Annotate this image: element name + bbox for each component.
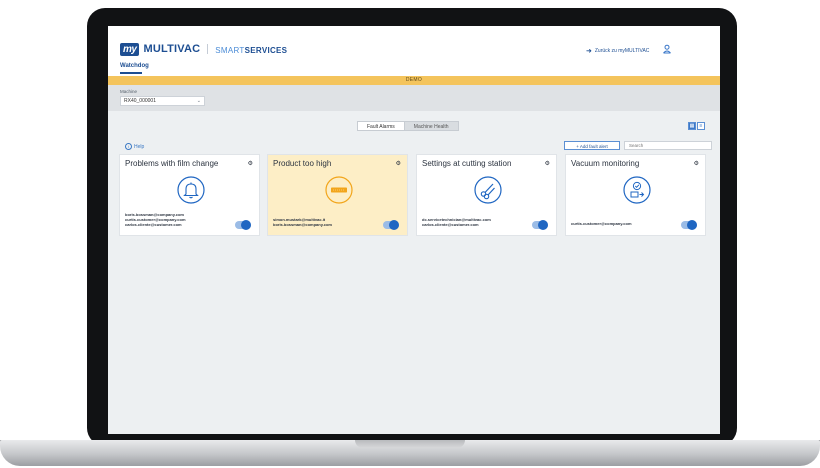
help-link[interactable]: i Help (125, 143, 144, 150)
alert-card[interactable]: Settings at cutting station ⚙ dc.service… (416, 154, 557, 236)
app-header: my MULTIVAC SMARTSERVICES ➜ Zurück zu my… (108, 26, 720, 76)
machine-panel: Machine RX40_000001 ⌄ (108, 85, 720, 111)
bell-icon (177, 176, 205, 204)
alert-enabled-toggle[interactable] (532, 220, 548, 230)
active-tab-indicator (120, 72, 142, 74)
recipient-email: carlos.cliente@customer.com (125, 222, 182, 227)
logo-services: SERVICES (244, 46, 288, 55)
alert-card[interactable]: Problems with film change ⚙ boris.bossma… (119, 154, 260, 236)
app-screen: my MULTIVAC SMARTSERVICES ➜ Zurück zu my… (108, 26, 720, 434)
alert-card[interactable]: Product too high ⚙ simon.mustark@multiva… (267, 154, 408, 236)
gear-icon[interactable]: ⚙ (545, 160, 550, 167)
multivac-logo[interactable]: my MULTIVAC SMARTSERVICES (120, 42, 287, 56)
toggle-knob (389, 220, 399, 230)
logo-name: MULTIVAC (143, 43, 201, 55)
gear-icon[interactable]: ⚙ (396, 160, 401, 167)
logo-my: my (120, 42, 140, 56)
recipient-list: simon.mustark@multivac.it boris.bossman@… (273, 217, 332, 227)
toggle-knob (687, 220, 697, 230)
machine-select[interactable]: RX40_000001 ⌄ (120, 96, 205, 106)
tab-watchdog[interactable]: Watchdog (120, 63, 149, 69)
alert-card[interactable]: Vacuum monitoring ⚙ curtis.customer@comp… (565, 154, 706, 236)
height-warning-icon (325, 176, 353, 204)
back-to-mymultivac-link[interactable]: ➜ Zurück zu myMULTIVAC (586, 47, 649, 55)
recipient-list: dc.servicetechnician@multivac.com carlos… (422, 217, 491, 227)
card-title: Problems with film change (125, 159, 219, 168)
gear-icon[interactable]: ⚙ (248, 160, 253, 167)
demo-banner: DEMO (108, 76, 720, 85)
arrow-right-icon: ➜ (586, 48, 592, 55)
alert-enabled-toggle[interactable] (235, 220, 251, 230)
gear-icon[interactable]: ⚙ (694, 160, 699, 167)
view-toggle-group: Fault Alarms Machine Health (357, 121, 459, 131)
info-icon: i (125, 143, 132, 150)
scissors-icon (474, 176, 502, 204)
machine-select-value: RX40_000001 (124, 98, 156, 104)
card-title: Settings at cutting station (422, 159, 512, 168)
alert-enabled-toggle[interactable] (383, 220, 399, 230)
toggle-knob (241, 220, 251, 230)
toggle-knob (538, 220, 548, 230)
search-input[interactable] (624, 141, 712, 150)
back-link-label: Zurück zu myMULTIVAC (594, 48, 650, 54)
machine-label: Machine (120, 89, 138, 94)
recipient-list: curtis.customer@company.com (571, 221, 632, 226)
user-icon[interactable] (662, 44, 672, 54)
tab-machine-health[interactable]: Machine Health (404, 121, 459, 131)
recipient-email: boris.bossman@company.com (273, 222, 332, 227)
grid-view-icon[interactable]: ▦ (688, 122, 696, 130)
alert-enabled-toggle[interactable] (681, 220, 697, 230)
layout-switch: ▦ ≡ (688, 122, 705, 130)
laptop-notch (355, 440, 465, 448)
card-title: Vacuum monitoring (571, 159, 640, 168)
recipient-email: curtis.customer@company.com (571, 221, 632, 226)
recipient-list: boris.bossman@company.com curtis.custome… (125, 212, 186, 227)
list-view-icon[interactable]: ≡ (697, 122, 705, 130)
recipient-email: carlos.cliente@customer.com (422, 222, 479, 227)
logo-smart: SMART (215, 46, 245, 55)
help-label: Help (134, 143, 145, 150)
card-title: Product too high (273, 159, 332, 168)
logo-divider (207, 44, 209, 54)
add-fault-alert-button[interactable]: + Add fault alert (564, 141, 620, 150)
vacuum-check-icon (623, 176, 651, 204)
tab-fault-alarms[interactable]: Fault Alarms (357, 121, 405, 131)
chevron-down-icon: ⌄ (196, 98, 201, 104)
